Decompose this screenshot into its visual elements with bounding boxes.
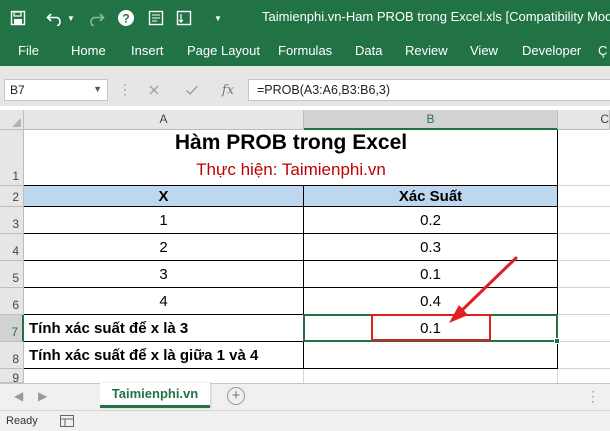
gridline xyxy=(558,206,610,207)
cell-a8[interactable]: Tính xác suất để x là giữa 1 và 4 xyxy=(24,342,304,369)
cancel-icon[interactable] xyxy=(145,80,163,100)
help-icon[interactable]: ? xyxy=(116,8,136,28)
cell-a5[interactable]: 3 xyxy=(24,261,304,288)
add-sheet-button[interactable]: + xyxy=(227,387,245,405)
form-icon[interactable] xyxy=(146,8,166,28)
insert-function-icon[interactable]: fx xyxy=(218,80,238,100)
gridline xyxy=(558,260,610,261)
tab-page-layout[interactable]: Page Layout xyxy=(187,43,260,58)
customize-icon[interactable]: ▼ xyxy=(212,8,224,28)
sheet-tab-active[interactable]: Taimienphi.vn xyxy=(100,383,210,408)
formula-bar: B7 ▼ ⋮ fx =PROB(A3:A6,B3:B6,3) xyxy=(0,76,610,106)
tab-overflow[interactable]: Ç xyxy=(598,43,607,58)
undo-dropdown-icon[interactable]: ▼ xyxy=(66,8,76,28)
row-header-4[interactable]: 4 xyxy=(0,234,24,261)
tab-data[interactable]: Data xyxy=(355,43,382,58)
gridline xyxy=(558,341,610,342)
name-box-value: B7 xyxy=(10,83,25,97)
cell-a2-header[interactable]: X xyxy=(24,186,304,207)
formula-input[interactable]: =PROB(A3:A6,B3:B6,3) xyxy=(248,79,610,101)
window-title: Taimienphi.vn-Ham PROB trong Excel.xls [… xyxy=(262,9,610,24)
save-icon[interactable] xyxy=(8,8,28,28)
row-header-8[interactable]: 8 xyxy=(0,342,24,369)
row-header-6[interactable]: 6 xyxy=(0,288,24,315)
cell-a3[interactable]: 1 xyxy=(24,207,304,234)
chevron-down-icon[interactable]: ▼ xyxy=(93,84,102,94)
tab-insert[interactable]: Insert xyxy=(131,43,164,58)
sheet-tab-bar: ◀ ▶ Taimienphi.vn + ⋮ xyxy=(0,383,610,410)
ribbon-tabs: File Home Insert Page Layout Formulas Da… xyxy=(0,36,610,66)
gridline xyxy=(558,314,610,315)
column-header-c[interactable]: C xyxy=(558,110,610,130)
cell-a4[interactable]: 2 xyxy=(24,234,304,261)
sort-icon[interactable] xyxy=(174,8,194,28)
row-header-3[interactable]: 3 xyxy=(0,207,24,234)
sheet-subtitle: Thực hiện: Taimienphi.vn xyxy=(196,160,386,179)
annotation-arrow xyxy=(449,256,518,323)
macro-record-icon[interactable] xyxy=(60,415,74,427)
column-header-b[interactable]: B xyxy=(304,110,558,130)
tab-developer[interactable]: Developer xyxy=(522,43,581,58)
row-header-7[interactable]: 7 xyxy=(0,315,24,342)
scroll-right-icon[interactable]: ▶ xyxy=(38,389,47,403)
cell-b3[interactable]: 0.2 xyxy=(304,207,558,234)
column-header-a[interactable]: A xyxy=(24,110,304,130)
row-header-5[interactable]: 5 xyxy=(0,261,24,288)
tab-review[interactable]: Review xyxy=(405,43,448,58)
gridline xyxy=(303,368,304,383)
gridline xyxy=(558,233,610,234)
row-header-9[interactable]: 9 xyxy=(0,369,24,385)
enter-icon[interactable] xyxy=(183,80,201,100)
gridline xyxy=(557,368,558,383)
svg-text:?: ? xyxy=(122,12,129,26)
cell-b8[interactable] xyxy=(304,342,558,369)
select-all-button[interactable] xyxy=(0,110,24,130)
cell-a6[interactable]: 4 xyxy=(24,288,304,315)
title-bar: ▼ ? ▼ Taimienphi.vn-Ham PROB trong Excel… xyxy=(0,0,610,36)
row-header-2[interactable]: 2 xyxy=(0,186,24,207)
gridline xyxy=(558,287,610,288)
redo-icon[interactable] xyxy=(86,8,106,28)
cell-b2-header[interactable]: Xác Suất xyxy=(304,186,558,207)
status-bar: Ready xyxy=(0,410,610,431)
tab-home[interactable]: Home xyxy=(71,43,106,58)
tab-split-icon[interactable]: ⋮ xyxy=(586,388,600,405)
ribbon-collapsed-area xyxy=(0,66,610,76)
formula-bar-grip-icon[interactable]: ⋮ xyxy=(118,81,132,98)
tab-view[interactable]: View xyxy=(470,43,498,58)
scroll-left-icon[interactable]: ◀ xyxy=(14,389,23,403)
gridline xyxy=(558,185,610,186)
name-box[interactable]: B7 ▼ xyxy=(4,79,108,101)
undo-icon[interactable] xyxy=(44,8,66,28)
tab-file[interactable]: File xyxy=(18,43,39,58)
row-header-1[interactable]: 1 xyxy=(0,130,24,186)
status-ready: Ready xyxy=(6,415,38,427)
fill-handle[interactable] xyxy=(554,338,560,344)
sheet-title: Hàm PROB trong Excel xyxy=(174,131,408,154)
tab-formulas[interactable]: Formulas xyxy=(278,43,332,58)
cell-a7[interactable]: Tính xác suất để x là 3 xyxy=(24,315,304,342)
